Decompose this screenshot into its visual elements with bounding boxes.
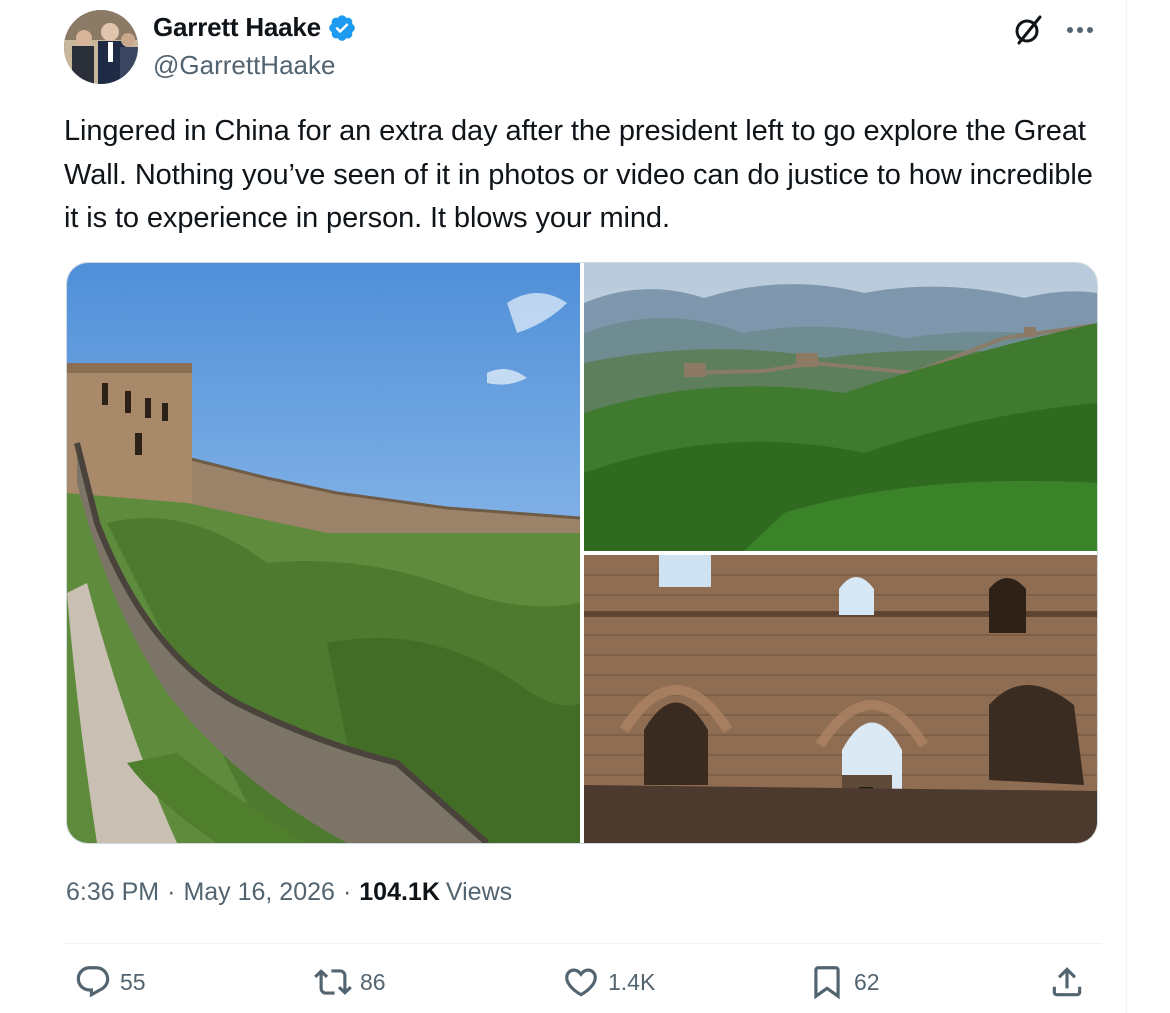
reply-count: 55: [120, 968, 146, 995]
meta-separator: ·: [167, 878, 176, 906]
views-label: Views: [445, 878, 513, 906]
column-border: [1126, 0, 1127, 1013]
avatar[interactable]: [64, 10, 138, 84]
reply-button[interactable]: 55: [74, 963, 146, 1001]
bookmark-button[interactable]: 62: [808, 963, 880, 1001]
grok-icon[interactable]: [1010, 12, 1046, 48]
author-handle[interactable]: @GarrettHaake: [153, 50, 335, 81]
media-grid: [66, 262, 1098, 844]
like-count: 1.4K: [608, 968, 656, 995]
share-icon: [1052, 967, 1082, 997]
more-icon[interactable]: [1060, 12, 1100, 48]
verified-badge-icon: [327, 13, 357, 43]
tweet-text: Lingered in China for an extra day after…: [64, 115, 1093, 234]
repost-button[interactable]: 86: [314, 963, 386, 1001]
repost-count: 86: [360, 968, 386, 995]
great-wall-brick-arches-photo[interactable]: [584, 555, 1097, 843]
repost-icon: [314, 969, 352, 995]
meta-separator: ·: [342, 878, 352, 906]
heart-icon: [565, 968, 597, 997]
great-wall-mountains-photo[interactable]: [584, 263, 1097, 551]
reply-icon: [76, 966, 110, 998]
share-button[interactable]: [1048, 963, 1086, 1001]
bookmark-count: 62: [854, 968, 880, 995]
like-button[interactable]: 1.4K: [562, 963, 655, 1001]
author-display-name[interactable]: Garrett Haake: [153, 12, 321, 43]
great-wall-ramparts-photo[interactable]: [67, 263, 580, 843]
views-count[interactable]: 104.1K: [359, 878, 440, 907]
divider: [64, 943, 1102, 944]
action-bar: 55 86 1.4K 62: [64, 963, 1104, 1013]
bookmark-icon: [814, 966, 840, 1000]
tweet-date[interactable]: May 16, 2026: [183, 878, 335, 907]
author-name-row[interactable]: Garrett Haake: [153, 12, 357, 43]
tweet-time[interactable]: 6:36 PM: [66, 878, 159, 907]
tweet-meta: 6:36 PM · May 16, 2026 · 104.1K Views: [66, 878, 512, 907]
